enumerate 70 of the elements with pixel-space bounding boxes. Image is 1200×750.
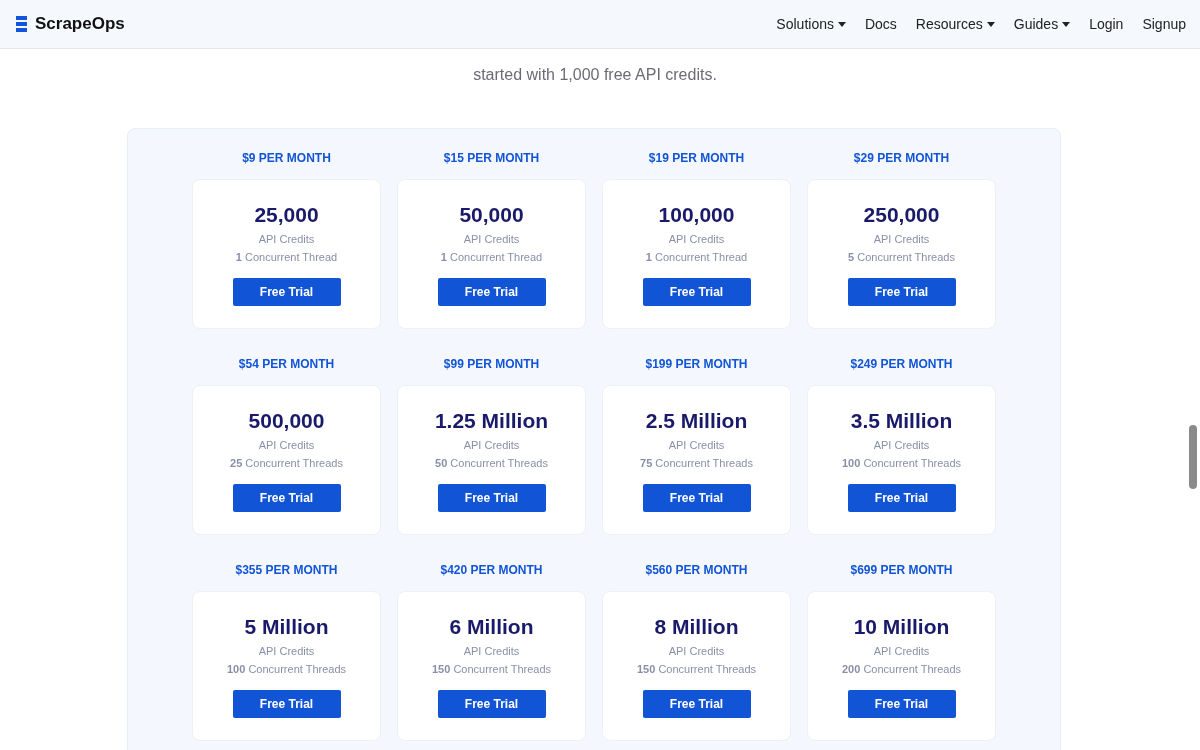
price-label: $699 PER MONTH (850, 562, 953, 579)
threads-text: 1 Concurrent Thread (645, 250, 748, 264)
credits-label: API Credits (258, 232, 315, 246)
price-label: $355 PER MONTH (235, 562, 338, 579)
credits-label: API Credits (258, 438, 315, 452)
price-label: $249 PER MONTH (850, 356, 953, 373)
threads-text: 5 Concurrent Threads (848, 250, 955, 264)
credits-amount: 500,000 (248, 408, 325, 434)
price-label: $99 PER MONTH (443, 356, 540, 373)
price-label: $15 PER MONTH (443, 150, 540, 167)
price-label: $19 PER MONTH (648, 150, 745, 167)
price-label: $54 PER MONTH (238, 356, 335, 373)
price-label: $420 PER MONTH (440, 562, 543, 579)
threads-text: 1 Concurrent Thread (440, 250, 543, 264)
free-trial-button[interactable]: Free Trial (437, 484, 546, 512)
credits-label: API Credits (873, 438, 930, 452)
price-label: $9 PER MONTH (242, 150, 331, 167)
credits-label: API Credits (668, 232, 725, 246)
price-label: $560 PER MONTH (645, 562, 748, 579)
threads-text: 100 Concurrent Threads (226, 662, 346, 676)
credits-label: API Credits (463, 438, 520, 452)
threads-text: 100 Concurrent Threads (841, 456, 961, 470)
nav-dropdown[interactable]: Resources (915, 13, 995, 35)
nav-link[interactable]: Login (1089, 13, 1124, 35)
intro-paragraph: started with 1,000 free API credits. (472, 65, 718, 85)
free-trial-button[interactable]: Free Trial (642, 690, 751, 718)
credits-amount: 50,000 (459, 202, 524, 228)
free-trial-button[interactable]: Free Trial (847, 484, 956, 512)
credits-label: API Credits (873, 644, 930, 658)
free-trial-button[interactable]: Free Trial (232, 690, 341, 718)
credits-label: API Credits (258, 644, 315, 658)
free-trial-button[interactable]: Free Trial (847, 690, 956, 718)
credits-amount: 6 Million (449, 614, 534, 640)
nav-link[interactable]: Signup (1142, 13, 1186, 35)
nav-dropdown[interactable]: Solutions (776, 13, 846, 35)
credits-amount: 250,000 (863, 202, 940, 228)
credits-amount: 2.5 Million (645, 408, 748, 434)
logo-text[interactable]: ScrapeOps (35, 11, 125, 37)
credits-amount: 3.5 Million (850, 408, 953, 434)
free-trial-button[interactable]: Free Trial (642, 484, 751, 512)
credits-label: API Credits (463, 644, 520, 658)
credits-label: API Credits (463, 232, 520, 246)
threads-text: 50 Concurrent Threads (435, 456, 548, 470)
credits-amount: 8 Million (654, 614, 739, 640)
threads-text: 150 Concurrent Threads (431, 662, 551, 676)
nav-link[interactable]: Docs (864, 13, 897, 35)
free-trial-button[interactable]: Free Trial (847, 278, 956, 306)
credits-label: API Credits (873, 232, 930, 246)
free-trial-button[interactable]: Free Trial (642, 278, 751, 306)
threads-text: 150 Concurrent Threads (636, 662, 756, 676)
free-trial-button[interactable]: Free Trial (437, 690, 546, 718)
free-trial-button[interactable]: Free Trial (437, 278, 546, 306)
threads-text: 200 Concurrent Threads (841, 662, 961, 676)
price-label: $29 PER MONTH (853, 150, 950, 167)
credits-label: API Credits (668, 438, 725, 452)
scrollbar-thumb[interactable] (1189, 425, 1197, 489)
credits-amount: 1.25 Million (434, 408, 549, 434)
free-trial-button[interactable]: Free Trial (232, 278, 341, 306)
credits-amount: 100,000 (658, 202, 735, 228)
threads-text: 75 Concurrent Threads (640, 456, 753, 470)
credits-amount: 5 Million (244, 614, 329, 640)
logo-icon (14, 14, 29, 34)
free-trial-button[interactable]: Free Trial (232, 484, 341, 512)
credits-amount: 25,000 (254, 202, 319, 228)
credits-label: API Credits (668, 644, 725, 658)
price-label: $199 PER MONTH (645, 356, 748, 373)
credits-amount: 10 Million (853, 614, 950, 640)
threads-text: 25 Concurrent Threads (230, 456, 343, 470)
nav-dropdown[interactable]: Guides (1013, 13, 1071, 35)
threads-text: 1 Concurrent Thread (235, 250, 338, 264)
